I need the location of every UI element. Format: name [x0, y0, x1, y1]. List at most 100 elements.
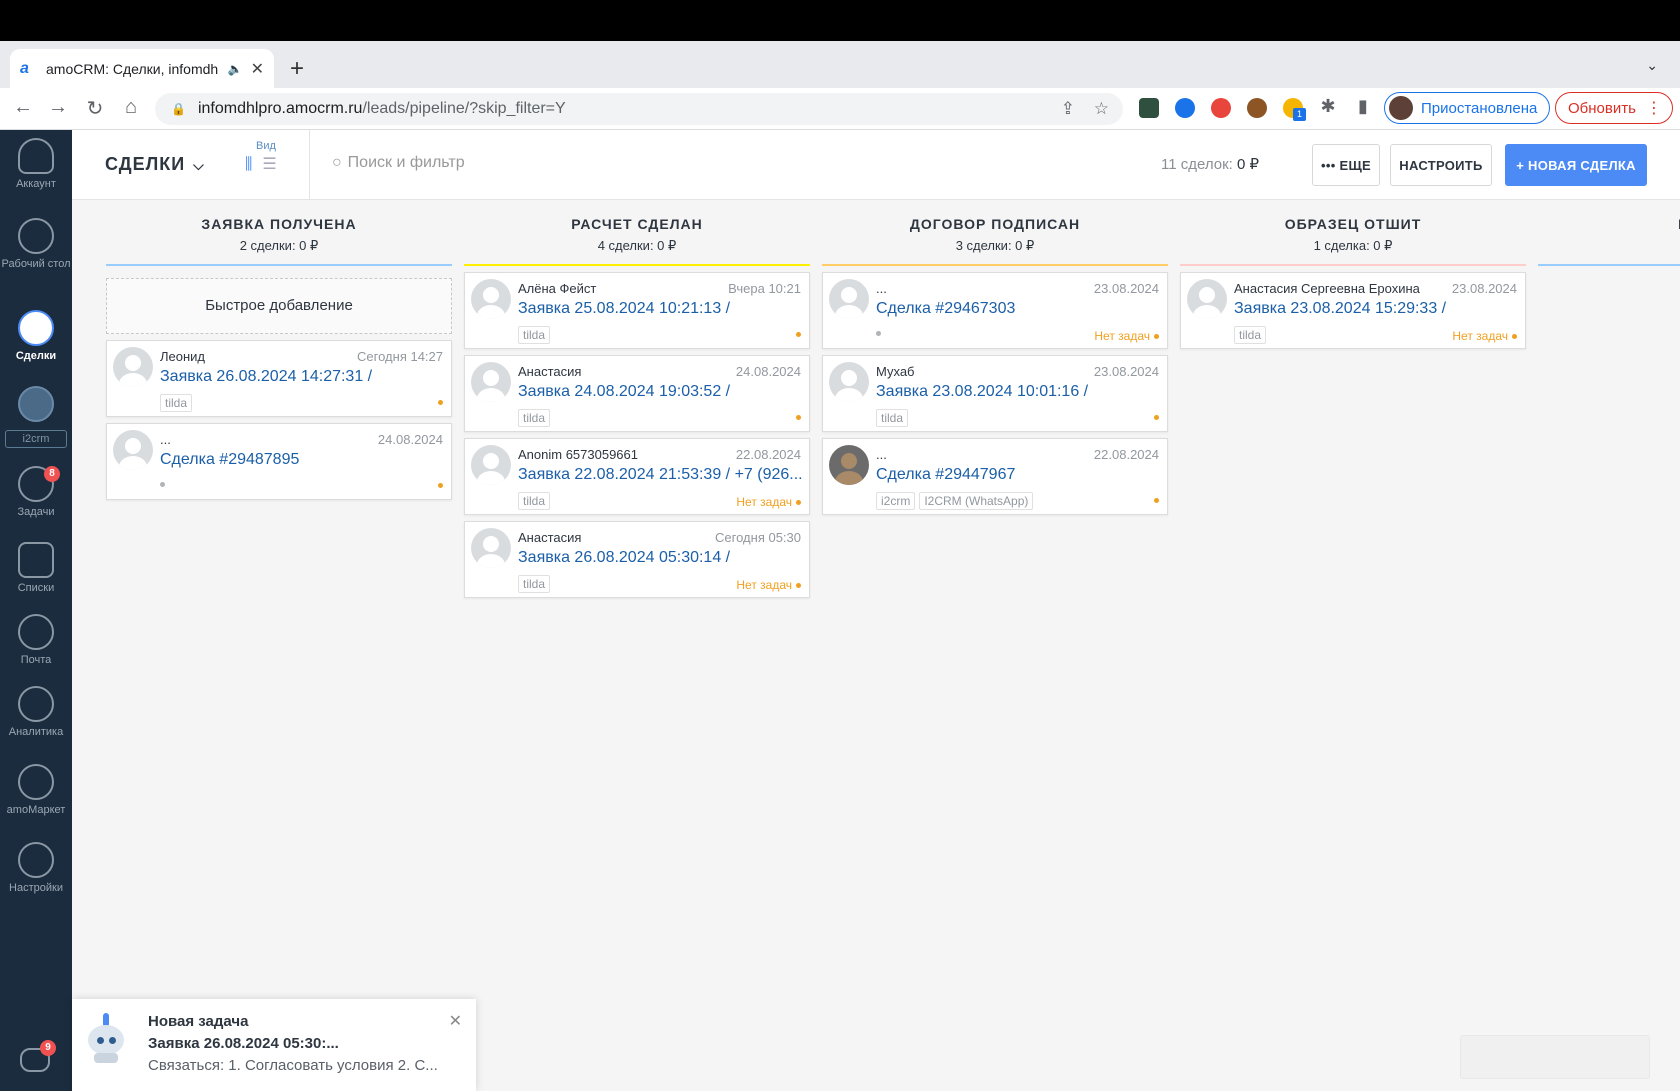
profile-button[interactable]: Приостановлена — [1384, 92, 1550, 124]
contact-name[interactable]: Анастасия — [518, 530, 581, 545]
quick-add-button[interactable]: Быстрое добавление — [106, 278, 452, 334]
sidebar-item-leads[interactable]: Сделки — [0, 310, 72, 362]
avatar — [829, 445, 869, 485]
page-title[interactable]: СДЕЛКИ ⌵ — [105, 154, 205, 175]
sidebar-item-account[interactable]: Аккаунт — [0, 138, 72, 190]
deal-name-link[interactable]: Заявка 24.08.2024 19:03:52 / — [518, 383, 803, 401]
reload-icon[interactable]: ↻ — [82, 96, 108, 121]
contact-name[interactable]: Леонид — [160, 349, 205, 364]
tag[interactable]: tilda — [1234, 326, 1267, 344]
address-bar[interactable]: 🔒 infomdhlpro.amocrm.ru/leads/pipeline/?… — [155, 93, 1123, 125]
sidebar-item-label: Рабочий стол — [1, 258, 71, 270]
deal-name-link[interactable]: Сделка #29487895 — [160, 451, 445, 469]
deal-name-link[interactable]: Заявка 26.08.2024 14:27:31 / — [160, 368, 445, 386]
column-header[interactable]: ОБРАЗЕЦ ОТШИТ 1 сделка: 0 ₽ — [1180, 200, 1526, 266]
tag[interactable]: tilda — [518, 326, 551, 344]
home-icon[interactable]: ⌂ — [118, 96, 144, 119]
bookmark-star-icon[interactable]: ☆ — [1094, 99, 1109, 119]
deal-name-link[interactable]: Сделка #29447967 — [876, 466, 1161, 484]
search-input[interactable]: ○ Поиск и фильтр — [332, 154, 465, 172]
sidebar-item-mail[interactable]: Почта — [0, 614, 72, 666]
back-arrow-icon[interactable]: ← — [10, 96, 36, 119]
sidebar-item-dashboard[interactable]: Рабочий стол — [0, 218, 72, 270]
deal-card[interactable]: ... 23.08.2024 Сделка #29467303 Нет задач — [822, 272, 1168, 349]
sidebar-item-tasks[interactable]: 8 Задачи — [0, 466, 72, 518]
deal-card[interactable]: ... 24.08.2024 Сделка #29487895 — [106, 423, 452, 500]
kebab-menu-icon[interactable]: ⋮ — [1646, 98, 1662, 118]
sidebar-item-amomarket[interactable]: amoМаркет — [0, 764, 72, 816]
deal-name-link[interactable]: Заявка 23.08.2024 15:29:33 / — [1234, 300, 1519, 318]
update-button[interactable]: Обновить ⋮ — [1555, 92, 1673, 124]
deal-card[interactable]: Anonim 6573059661 22.08.2024 Заявка 22.08.… — [464, 438, 810, 515]
pipeline-view-icon[interactable]: ⫼ — [245, 156, 262, 173]
cookie-extension-icon[interactable] — [1247, 98, 1267, 118]
tag[interactable]: tilda — [518, 575, 551, 593]
no-tasks-label[interactable]: Нет задач — [1452, 329, 1517, 343]
tag[interactable]: tilda — [876, 409, 909, 427]
extension-icon[interactable] — [1175, 98, 1195, 118]
sidebar-item-analytics[interactable]: Аналитика — [0, 686, 72, 738]
tag[interactable]: tilda — [160, 394, 193, 412]
update-label: Обновить — [1568, 99, 1636, 117]
contact-name[interactable]: ... — [876, 447, 887, 462]
tab-title: amoCRM: Сделки, infomdh — [46, 60, 219, 77]
side-panel-icon[interactable]: ▮ — [1350, 96, 1376, 117]
tag[interactable]: I2CRM (WhatsApp) — [919, 492, 1034, 510]
tag[interactable]: tilda — [518, 492, 551, 510]
deal-card[interactable]: Анастасия Сергеевна Ерохина 23.08.2024 Зая… — [1180, 272, 1526, 349]
column-header[interactable]: РАСЧЕТ СДЕЛАН 4 сделки: 0 ₽ — [464, 200, 810, 266]
deal-name-link[interactable]: Заявка 26.08.2024 05:30:14 / — [518, 549, 803, 567]
contact-name[interactable]: Анастасия — [518, 364, 581, 379]
avatar — [829, 279, 869, 319]
no-tasks-label[interactable]: Нет задач — [736, 495, 801, 509]
column-header[interactable]: ДОГОВОР ПОДПИСАН 3 сделки: 0 ₽ — [822, 200, 1168, 266]
extension-icon[interactable] — [1211, 98, 1231, 118]
deal-card[interactable]: Леонид Сегодня 14:27 Заявка 26.08.2024 14:… — [106, 340, 452, 417]
new-tab-button[interactable]: + — [290, 55, 304, 83]
deal-card[interactable]: Анастасия Сегодня 05:30 Заявка 26.08.2024 … — [464, 521, 810, 598]
deal-card[interactable]: Анастасия 24.08.2024 Заявка 24.08.2024 19:… — [464, 355, 810, 432]
column-header[interactable]: ПРЕДОП 0 — [1538, 200, 1680, 266]
contact-name[interactable]: Алёна Фейст — [518, 281, 596, 296]
lock-icon[interactable]: 🔒 — [171, 102, 186, 116]
deal-card[interactable]: Алёна Фейст Вчера 10:21 Заявка 25.08.2024 … — [464, 272, 810, 349]
no-tasks-label[interactable]: Нет задач — [1094, 329, 1159, 343]
puzzle-icon[interactable]: ✱ — [1315, 96, 1341, 117]
close-icon[interactable]: ✕ — [449, 1011, 462, 1031]
browser-tab[interactable]: a amoCRM: Сделки, infomdh 🔈 ✕ — [10, 49, 274, 88]
contact-name[interactable]: ... — [876, 281, 887, 296]
contact-name[interactable]: Анастасия Сергеевна Ерохина — [1234, 281, 1420, 296]
tag[interactable]: i2crm — [876, 492, 916, 510]
sidebar-item-i2crm[interactable]: i2crm — [5, 430, 67, 448]
extension-icon[interactable] — [1139, 98, 1159, 118]
deal-name-link[interactable]: Заявка 22.08.2024 21:53:39 / +7 (926... — [518, 466, 803, 484]
list-view-icon[interactable]: ☰ — [262, 156, 286, 173]
contact-name[interactable]: Мухаб — [876, 364, 915, 379]
sidebar-item-lists[interactable]: Списки — [0, 542, 72, 594]
close-tab-icon[interactable]: ✕ — [251, 59, 264, 79]
new-deal-button[interactable]: + НОВАЯ СДЕЛКА — [1505, 144, 1647, 186]
share-icon[interactable]: ⇪ — [1061, 99, 1075, 119]
contact-name[interactable]: ... — [160, 432, 171, 447]
no-tasks-label[interactable]: Нет задач — [736, 578, 801, 592]
contact-name[interactable]: Anonim 6573059661 — [518, 447, 638, 462]
deal-card[interactable]: ... 22.08.2024 Сделка #29447967 i2crm I2CRM … — [822, 438, 1168, 515]
deal-name-link[interactable]: Заявка 25.08.2024 10:21:13 / — [518, 300, 803, 318]
deal-name-link[interactable]: Сделка #29467303 — [876, 300, 1161, 318]
extension-icon[interactable]: 1 — [1283, 98, 1306, 121]
deal-name-link[interactable]: Заявка 23.08.2024 10:01:16 / — [876, 383, 1161, 401]
column-header[interactable]: ЗАЯВКА ПОЛУЧЕНА 2 сделки: 0 ₽ — [106, 200, 452, 266]
deal-date: 23.08.2024 — [1451, 281, 1517, 296]
speaker-icon[interactable]: 🔈 — [228, 62, 243, 76]
sidebar-item-i2crm-logo[interactable] — [0, 386, 72, 426]
sidebar-item-settings[interactable]: Настройки — [0, 842, 72, 894]
forward-arrow-icon[interactable]: → — [45, 96, 71, 119]
setup-button[interactable]: НАСТРОИТЬ — [1390, 144, 1492, 186]
deal-date: 23.08.2024 — [1093, 281, 1159, 296]
chat-button[interactable]: 9 — [16, 1040, 56, 1080]
deal-card[interactable]: Мухаб 23.08.2024 Заявка 23.08.2024 10:01:1… — [822, 355, 1168, 432]
task-notification[interactable]: Новая задача Заявка 26.08.2024 05:30:...… — [72, 999, 476, 1091]
tab-search-icon[interactable]: ⌄ — [1646, 57, 1658, 74]
tag[interactable]: tilda — [518, 409, 551, 427]
more-button[interactable]: ••• ЕЩЕ — [1312, 144, 1380, 186]
